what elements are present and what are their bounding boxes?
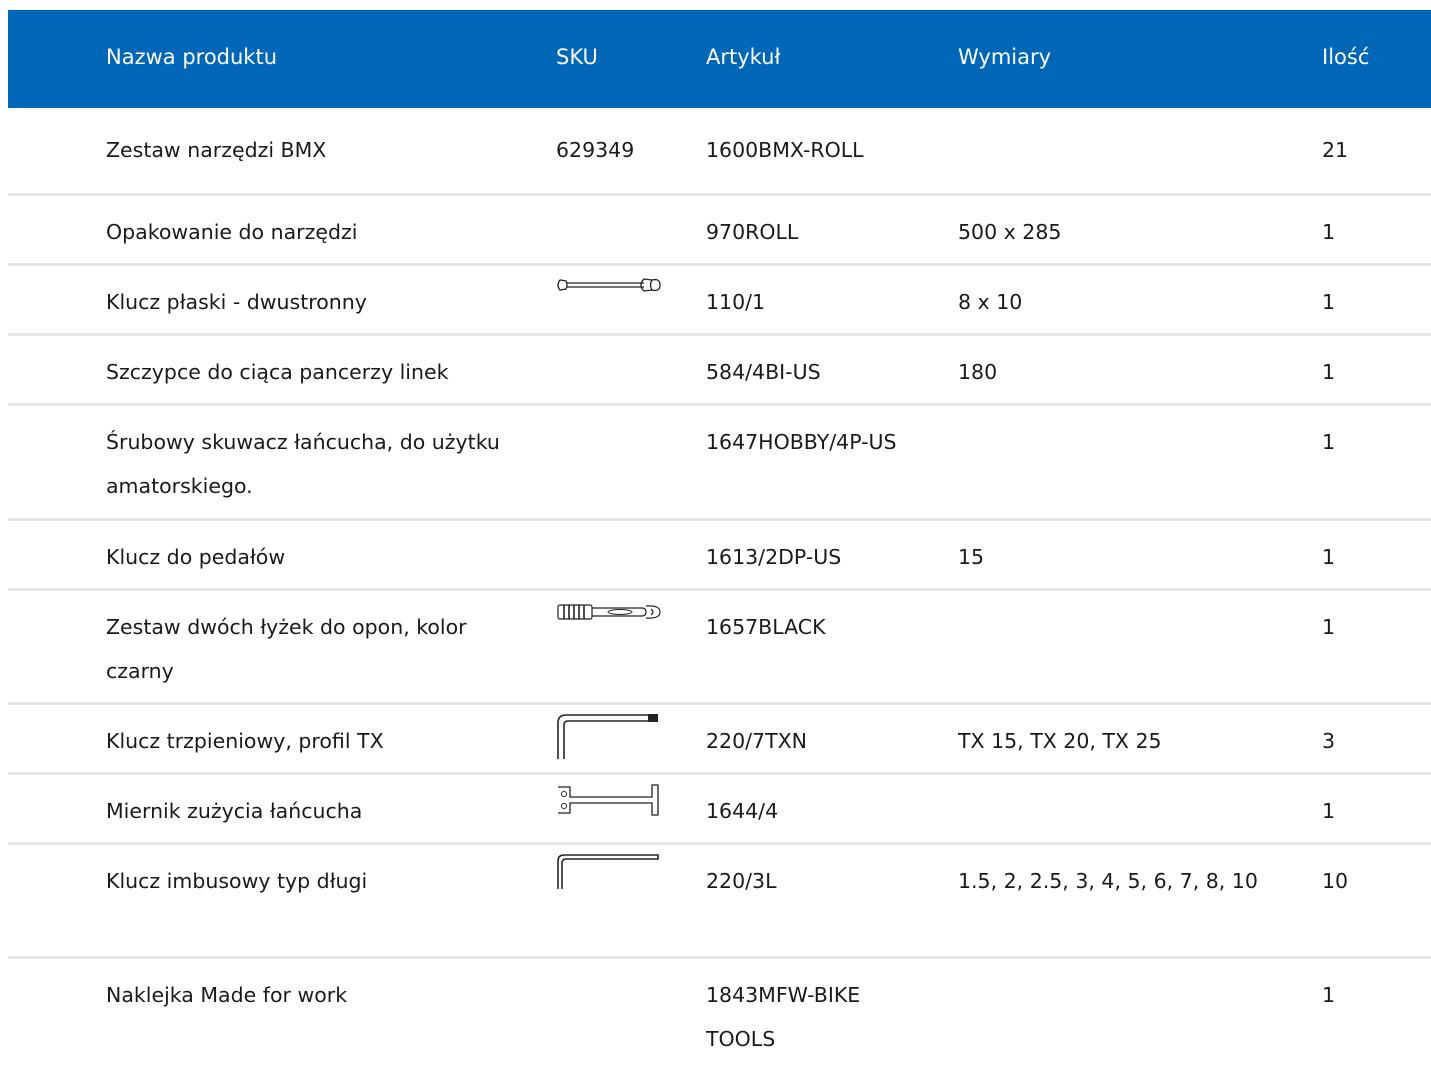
header-sku: SKU: [556, 45, 598, 69]
row-qty: 3: [1322, 729, 1336, 753]
row-dimensions: 8 x 10: [958, 290, 1023, 314]
table-row: Szczypce do ciąca pancerzy linek 584/4BI…: [8, 336, 1431, 406]
row-article: 1613/2DP-US: [706, 545, 842, 569]
row-dimensions: 1.5, 2, 2.5, 3, 4, 5, 6, 7, 8, 10: [958, 869, 1258, 893]
table-row: Zestaw dwóch łyżek do opon, kolor czarny…: [8, 591, 1431, 705]
row-dimensions: 180: [958, 360, 998, 384]
table-row: Klucz imbusowy typ długi 220/3L 1.5, 2, …: [8, 845, 1431, 959]
table-row: Klucz do pedałów 1613/2DP-US 15 1: [8, 521, 1431, 591]
row-qty: 10: [1322, 869, 1349, 893]
table-row: Naklejka Made for work 1843MFW-BIKE TOOL…: [8, 959, 1431, 1069]
row-article: 1600BMX-ROLL: [706, 138, 864, 162]
hex-key-icon: [556, 853, 662, 894]
row-qty: 1: [1322, 799, 1336, 823]
table-row: Zestaw narzędzi BMX 629349 1600BMX-ROLL …: [8, 108, 1431, 196]
row-name: Śrubowy skuwacz łańcucha, do użytku amat…: [106, 430, 500, 498]
table-row: Śrubowy skuwacz łańcucha, do użytku amat…: [8, 406, 1431, 521]
row-qty: 1: [1322, 430, 1336, 454]
header-article: Artykuł: [706, 45, 781, 69]
row-article: 1657BLACK: [706, 615, 826, 639]
row-name: Miernik zużycia łańcucha: [106, 799, 363, 823]
row-qty: 1: [1322, 360, 1336, 384]
table-row: Klucz trzpieniowy, profil TX 220/7TXN TX…: [8, 705, 1431, 775]
open-end-wrench-icon: [556, 274, 662, 301]
row-name: Klucz imbusowy typ długi: [106, 869, 368, 893]
chain-gauge-icon: [556, 783, 662, 822]
parts-table: Nazwa produktu SKU Artykuł Wymiary Ilość…: [8, 10, 1431, 1069]
row-name: Naklejka Made for work: [106, 983, 348, 1007]
row-article: 584/4BI-US: [706, 360, 821, 384]
row-dimensions: 500 x 285: [958, 220, 1062, 244]
row-article: 220/7TXN: [706, 729, 807, 753]
row-name: Zestaw dwóch łyżek do opon, kolor czarny: [106, 615, 467, 683]
row-article: 970ROLL: [706, 220, 799, 244]
row-article: 1644/4: [706, 799, 779, 823]
table-row: Miernik zużycia łańcucha 1644/4 1: [8, 775, 1431, 845]
row-article: 110/1: [706, 290, 766, 314]
table-row: Opakowanie do narzędzi 970ROLL 500 x 285…: [8, 196, 1431, 266]
header-qty: Ilość: [1322, 45, 1370, 69]
row-name: Klucz trzpieniowy, profil TX: [106, 729, 384, 753]
row-qty: 1: [1322, 615, 1336, 639]
row-sku: 629349: [556, 138, 635, 162]
table-header: Nazwa produktu SKU Artykuł Wymiary Ilość: [8, 10, 1431, 108]
row-name: Klucz płaski - dwustronny: [106, 290, 367, 314]
table-row: Klucz płaski - dwustronny 110/1 8 x 10 1: [8, 266, 1431, 336]
row-dimensions: TX 15, TX 20, TX 25: [958, 729, 1162, 753]
row-dimensions: 15: [958, 545, 985, 569]
header-dimensions: Wymiary: [958, 45, 1052, 69]
tire-lever-icon: [556, 601, 662, 628]
row-name: Klucz do pedałów: [106, 545, 286, 569]
header-name: Nazwa produktu: [106, 45, 278, 69]
row-article: 220/3L: [706, 869, 777, 893]
torx-key-icon: [556, 713, 662, 764]
row-qty: 1: [1322, 545, 1336, 569]
row-name: Zestaw narzędzi BMX: [106, 138, 327, 162]
row-qty: 21: [1322, 138, 1349, 162]
row-article: 1843MFW-BIKE TOOLS: [706, 983, 861, 1051]
row-qty: 1: [1322, 290, 1336, 314]
row-article: 1647HOBBY/4P-US: [706, 430, 897, 454]
row-qty: 1: [1322, 220, 1336, 244]
row-name: Szczypce do ciąca pancerzy linek: [106, 360, 449, 384]
row-qty: 1: [1322, 983, 1336, 1007]
row-name: Opakowanie do narzędzi: [106, 220, 358, 244]
